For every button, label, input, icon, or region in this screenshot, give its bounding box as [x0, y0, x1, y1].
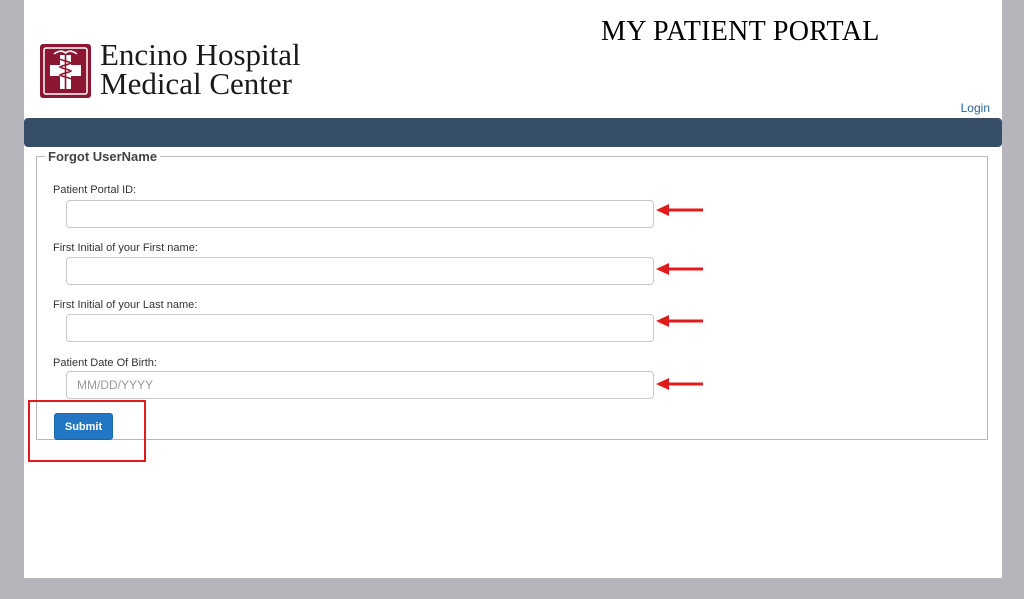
red-arrow-left-icon	[656, 204, 703, 216]
red-arrow-left-icon	[656, 315, 703, 327]
date-of-birth-input[interactable]	[66, 371, 654, 399]
submit-button[interactable]: Submit	[54, 413, 113, 440]
form-legend: Forgot UserName	[48, 149, 158, 164]
date-of-birth-label: Patient Date Of Birth:	[53, 357, 157, 369]
hospital-cross-icon	[40, 44, 91, 98]
first-initial-last-name-input[interactable]	[66, 314, 654, 342]
hospital-name-line1: Encino Hospital	[100, 37, 301, 72]
red-arrow-left-icon	[656, 263, 703, 275]
page-title: MY PATIENT PORTAL	[601, 16, 880, 47]
patient-portal-id-input[interactable]	[66, 200, 654, 228]
hospital-name: Encino Hospital Medical Center	[100, 37, 301, 101]
first-initial-first-name-label: First Initial of your First name:	[53, 242, 198, 254]
first-initial-last-name-label: First Initial of your Last name:	[53, 299, 198, 311]
red-arrow-left-icon	[656, 378, 703, 390]
hospital-name-line2: Medical Center	[100, 66, 292, 101]
page-container: Encino Hospital Medical Center MY PATIEN…	[24, 0, 1002, 578]
hospital-logo[interactable]: Encino Hospital Medical Center	[39, 37, 319, 102]
navigation-bar	[24, 118, 1002, 147]
first-initial-first-name-input[interactable]	[66, 257, 654, 285]
patient-portal-id-label: Patient Portal ID:	[53, 184, 137, 196]
login-link[interactable]: Login	[961, 101, 990, 115]
